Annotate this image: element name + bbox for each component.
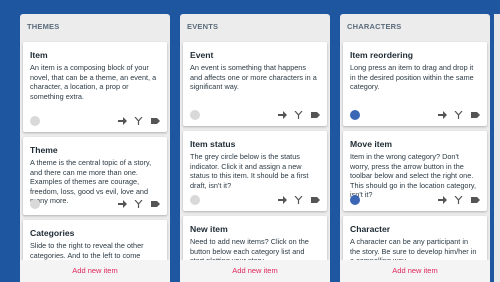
arrow-right-icon[interactable] [118,117,127,125]
card-text: Item in the wrong category? Don't worry,… [350,152,477,200]
column-header: THEMES [27,22,60,31]
status-indicator[interactable] [190,195,200,205]
status-indicator[interactable] [30,199,40,209]
item-card[interactable]: Item status The grey circle below is the… [183,131,327,211]
fork-icon[interactable] [134,117,143,125]
item-card[interactable]: Event An event is something that happens… [183,42,327,126]
fork-icon[interactable] [294,111,303,119]
next-column-edge [494,14,500,282]
arrow-right-icon[interactable] [118,200,127,208]
item-card[interactable]: Item An item is a composing block of you… [23,42,167,132]
arrow-right-icon[interactable] [278,196,287,204]
column-themes: THEMES Item An item is a composing block… [20,14,170,282]
item-card[interactable]: Theme A theme is the central topic of a … [23,137,167,215]
label-icon[interactable] [151,200,160,208]
label-icon[interactable] [151,117,160,125]
fork-icon[interactable] [294,196,303,204]
status-indicator[interactable] [190,110,200,120]
status-indicator[interactable] [30,116,40,126]
arrow-right-icon[interactable] [438,196,447,204]
card-title: Item reordering [350,50,414,60]
item-card[interactable]: Move item Item in the wrong category? Do… [343,131,487,211]
item-card[interactable]: Item reordering Long press an item to dr… [343,42,487,126]
label-icon[interactable] [311,111,320,119]
card-text: A theme is the central topic of a story,… [30,158,152,206]
column-characters: CHARACTERS Item reordering Long press an… [340,14,490,282]
card-title: Theme [30,145,58,155]
column-header: EVENTS [187,22,219,31]
status-indicator[interactable] [350,110,360,120]
fork-icon[interactable] [454,111,463,119]
card-text: The grey circle below is the status indi… [190,152,309,190]
column-events: EVENTS Event An event is something that … [180,14,330,282]
card-title: Event [190,50,214,60]
card-text: An item is a composing block of your nov… [30,63,157,101]
card-title: Move item [350,139,393,149]
fork-icon[interactable] [134,200,143,208]
fork-icon[interactable] [454,196,463,204]
arrow-right-icon[interactable] [278,111,287,119]
label-icon[interactable] [471,111,480,119]
add-new-item-button[interactable]: Add new item [340,260,490,282]
label-icon[interactable] [311,196,320,204]
add-new-item-button[interactable]: Add new item [20,260,170,282]
card-title: Character [350,224,391,234]
column-header: CHARACTERS [347,22,402,31]
arrow-right-icon[interactable] [438,111,447,119]
label-icon[interactable] [471,196,480,204]
card-title: New item [190,224,228,234]
card-title: Item status [190,139,236,149]
card-title: Item [30,50,48,60]
status-indicator[interactable] [350,195,360,205]
card-text: An event is something that happens and a… [190,63,317,92]
card-title: Categories [30,228,75,238]
card-text: Long press an item to drag and drop it i… [350,63,474,92]
add-new-item-button[interactable]: Add new item [180,260,330,282]
